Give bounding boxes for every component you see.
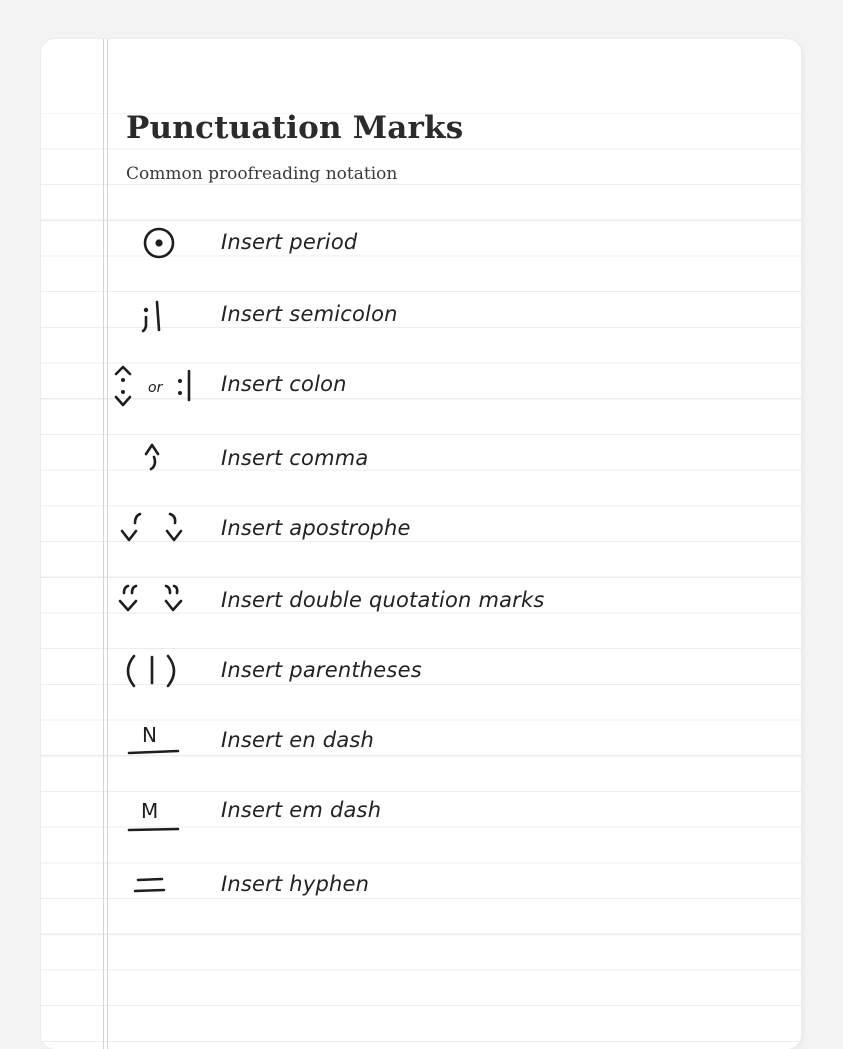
mark-row-double-quote: Insert double quotation marks: [0, 582, 843, 622]
mark-label: Insert apostrophe: [221, 516, 411, 540]
mark-label: Insert comma: [221, 446, 369, 470]
mark-label: Insert en dash: [221, 728, 375, 752]
or-connector: or: [148, 380, 164, 396]
en-dash-letter: N: [142, 723, 157, 747]
en-dash-icon: N: [110, 722, 200, 762]
mark-label: Insert period: [221, 230, 358, 254]
hyphen-icon: [110, 866, 200, 906]
mark-row-em-dash: M Insert em dash: [0, 792, 843, 832]
page-title: Punctuation Marks: [126, 110, 464, 146]
colon-caret-icon: or: [110, 365, 200, 407]
mark-label: Insert semicolon: [221, 302, 398, 326]
apostrophe-caret-icon: [110, 510, 200, 550]
parentheses-icon: [110, 652, 200, 692]
mark-label: Insert parentheses: [221, 658, 422, 682]
semicolon-caret-icon: [110, 296, 200, 336]
paper-top-margin: [41, 39, 801, 113]
em-dash-letter: M: [141, 799, 158, 823]
double-quote-caret-icon: [110, 582, 200, 622]
mark-label: Insert double quotation marks: [221, 588, 545, 612]
circled-period-icon: [110, 224, 200, 264]
mark-row-semicolon: Insert semicolon: [0, 296, 843, 336]
mark-row-parentheses: Insert parentheses: [0, 652, 843, 692]
em-dash-icon: M: [110, 792, 200, 832]
mark-row-comma: Insert comma: [0, 440, 843, 480]
mark-row-period: Insert period: [0, 224, 843, 264]
mark-row-colon: or Insert colon: [0, 365, 843, 407]
mark-row-apostrophe: Insert apostrophe: [0, 510, 843, 550]
mark-row-hyphen: Insert hyphen: [0, 866, 843, 906]
mark-label: Insert colon: [221, 372, 347, 396]
mark-row-en-dash: N Insert en dash: [0, 722, 843, 762]
comma-caret-icon: [110, 440, 200, 480]
page-subtitle: Common proofreading notation: [126, 164, 398, 184]
mark-label: Insert em dash: [221, 798, 382, 822]
mark-label: Insert hyphen: [221, 872, 370, 896]
